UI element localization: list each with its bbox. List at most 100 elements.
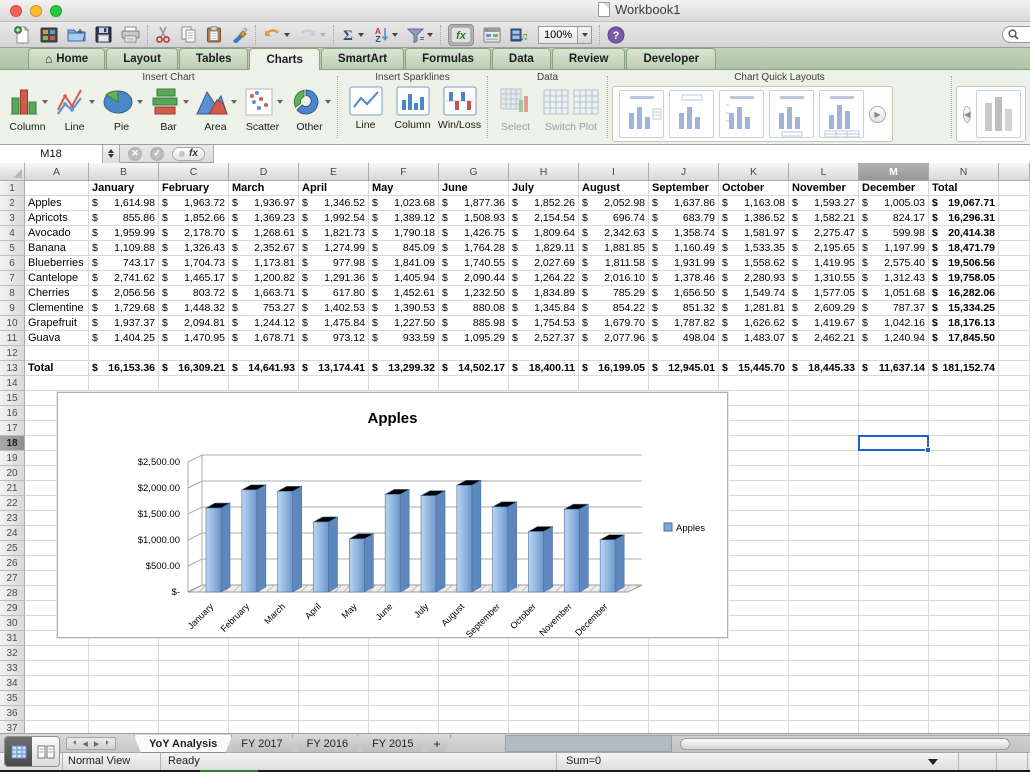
format-painter-button[interactable] bbox=[231, 26, 248, 43]
cell-partial-10[interactable] bbox=[999, 316, 1030, 331]
cell-I32[interactable] bbox=[579, 646, 649, 661]
row-header-11[interactable]: 11 bbox=[0, 331, 25, 346]
cell-F33[interactable] bbox=[369, 661, 439, 676]
cell-B34[interactable] bbox=[89, 676, 159, 691]
row-header-21[interactable]: 21 bbox=[0, 481, 25, 496]
cell-partial-23[interactable] bbox=[999, 511, 1030, 526]
row-header-34[interactable]: 34 bbox=[0, 676, 25, 691]
cell-K5[interactable]: $1,533.35 bbox=[719, 241, 789, 256]
cell-F12[interactable] bbox=[369, 346, 439, 361]
cell-K32[interactable] bbox=[719, 646, 789, 661]
cell-N34[interactable] bbox=[929, 676, 999, 691]
cell-partial-26[interactable] bbox=[999, 556, 1030, 571]
cell-H12[interactable] bbox=[509, 346, 579, 361]
next-sheet-icon[interactable]: ▶ bbox=[94, 740, 99, 748]
cell-B10[interactable]: $1,937.37 bbox=[89, 316, 159, 331]
close-window-button[interactable] bbox=[10, 5, 22, 17]
cell-E36[interactable] bbox=[299, 706, 369, 721]
cell-H36[interactable] bbox=[509, 706, 579, 721]
sheet-tab-fy-2017[interactable]: FY 2017 bbox=[226, 735, 297, 753]
cell-partial-30[interactable] bbox=[999, 616, 1030, 631]
cell-G34[interactable] bbox=[439, 676, 509, 691]
row-header-36[interactable]: 36 bbox=[0, 706, 25, 721]
cell-E35[interactable] bbox=[299, 691, 369, 706]
cell-K18[interactable] bbox=[719, 436, 789, 451]
cell-N3[interactable]: $16,296.31 bbox=[929, 211, 999, 226]
cell-H37[interactable] bbox=[509, 721, 579, 733]
cell-A11[interactable]: Guava bbox=[25, 331, 89, 346]
tab-tables[interactable]: Tables bbox=[179, 48, 249, 69]
cell-L27[interactable] bbox=[789, 571, 859, 586]
cell-G1[interactable]: June bbox=[439, 181, 509, 196]
cell-N7[interactable]: $19,758.05 bbox=[929, 271, 999, 286]
cell-A12[interactable] bbox=[25, 346, 89, 361]
cell-partial-14[interactable] bbox=[999, 376, 1030, 391]
cell-C34[interactable] bbox=[159, 676, 229, 691]
cell-partial-24[interactable] bbox=[999, 526, 1030, 541]
cell-L8[interactable]: $1,577.05 bbox=[789, 286, 859, 301]
dropdown-arrow-icon[interactable] bbox=[325, 100, 331, 104]
cell-H6[interactable]: $2,027.69 bbox=[509, 256, 579, 271]
cell-K37[interactable] bbox=[719, 721, 789, 733]
cell-M20[interactable] bbox=[859, 466, 929, 481]
cell-A33[interactable] bbox=[25, 661, 89, 676]
cell-E12[interactable] bbox=[299, 346, 369, 361]
cell-M29[interactable] bbox=[859, 601, 929, 616]
cell-partial-37[interactable] bbox=[999, 721, 1030, 733]
search-field[interactable] bbox=[1002, 26, 1030, 43]
cell-M11[interactable]: $1,240.94 bbox=[859, 331, 929, 346]
cell-L11[interactable]: $2,462.21 bbox=[789, 331, 859, 346]
cell-C5[interactable]: $1,326.43 bbox=[159, 241, 229, 256]
cell-L19[interactable] bbox=[789, 451, 859, 466]
cell-K6[interactable]: $1,558.62 bbox=[719, 256, 789, 271]
cell-N29[interactable] bbox=[929, 601, 999, 616]
cell-K12[interactable] bbox=[719, 346, 789, 361]
cell-K4[interactable]: $1,581.97 bbox=[719, 226, 789, 241]
cell-C14[interactable] bbox=[159, 376, 229, 391]
cell-E6[interactable]: $977.98 bbox=[299, 256, 369, 271]
cell-H14[interactable] bbox=[509, 376, 579, 391]
row-header-13[interactable]: 13 bbox=[0, 361, 25, 376]
cell-L12[interactable] bbox=[789, 346, 859, 361]
cell-partial-19[interactable] bbox=[999, 451, 1030, 466]
column-chart-button[interactable]: Column bbox=[4, 84, 51, 133]
cell-N37[interactable] bbox=[929, 721, 999, 733]
cell-partial-16[interactable] bbox=[999, 406, 1030, 421]
sheet-tab-yoy-analysis[interactable]: YoY Analysis bbox=[134, 735, 232, 753]
cell-K17[interactable] bbox=[719, 421, 789, 436]
cell-K36[interactable] bbox=[719, 706, 789, 721]
dropdown-arrow-icon[interactable] bbox=[183, 100, 189, 104]
cell-M16[interactable] bbox=[859, 406, 929, 421]
row-header-16[interactable]: 16 bbox=[0, 406, 25, 421]
column-header-D[interactable]: D bbox=[229, 163, 299, 181]
cell-B37[interactable] bbox=[89, 721, 159, 733]
cell-J3[interactable]: $683.79 bbox=[649, 211, 719, 226]
cell-F7[interactable]: $1,405.94 bbox=[369, 271, 439, 286]
cell-A32[interactable] bbox=[25, 646, 89, 661]
select-all-corner[interactable] bbox=[0, 163, 25, 181]
cell-J36[interactable] bbox=[649, 706, 719, 721]
row-header-3[interactable]: 3 bbox=[0, 211, 25, 226]
cell-E5[interactable]: $1,274.99 bbox=[299, 241, 369, 256]
cell-H7[interactable]: $1,264.22 bbox=[509, 271, 579, 286]
cell-K9[interactable]: $1,281.81 bbox=[719, 301, 789, 316]
cell-E7[interactable]: $1,291.36 bbox=[299, 271, 369, 286]
cell-partial-9[interactable] bbox=[999, 301, 1030, 316]
cell-partial-4[interactable] bbox=[999, 226, 1030, 241]
row-header-27[interactable]: 27 bbox=[0, 571, 25, 586]
cell-partial-13[interactable] bbox=[999, 361, 1030, 376]
row-header-14[interactable]: 14 bbox=[0, 376, 25, 391]
dropdown-arrow-icon[interactable] bbox=[392, 33, 398, 37]
cell-K13[interactable]: $15,445.70 bbox=[719, 361, 789, 376]
column-header-B[interactable]: B bbox=[89, 163, 159, 181]
cell-A3[interactable]: Apricots bbox=[25, 211, 89, 226]
cell-B4[interactable]: $1,959.99 bbox=[89, 226, 159, 241]
cell-partial-18[interactable] bbox=[999, 436, 1030, 451]
cell-E32[interactable] bbox=[299, 646, 369, 661]
first-sheet-icon[interactable]: ⏴ bbox=[73, 740, 77, 748]
cell-K31[interactable] bbox=[719, 631, 789, 646]
column-header-K[interactable]: K bbox=[719, 163, 789, 181]
cell-K16[interactable] bbox=[719, 406, 789, 421]
cell-partial-8[interactable] bbox=[999, 286, 1030, 301]
dropdown-arrow-icon[interactable] bbox=[89, 100, 95, 104]
